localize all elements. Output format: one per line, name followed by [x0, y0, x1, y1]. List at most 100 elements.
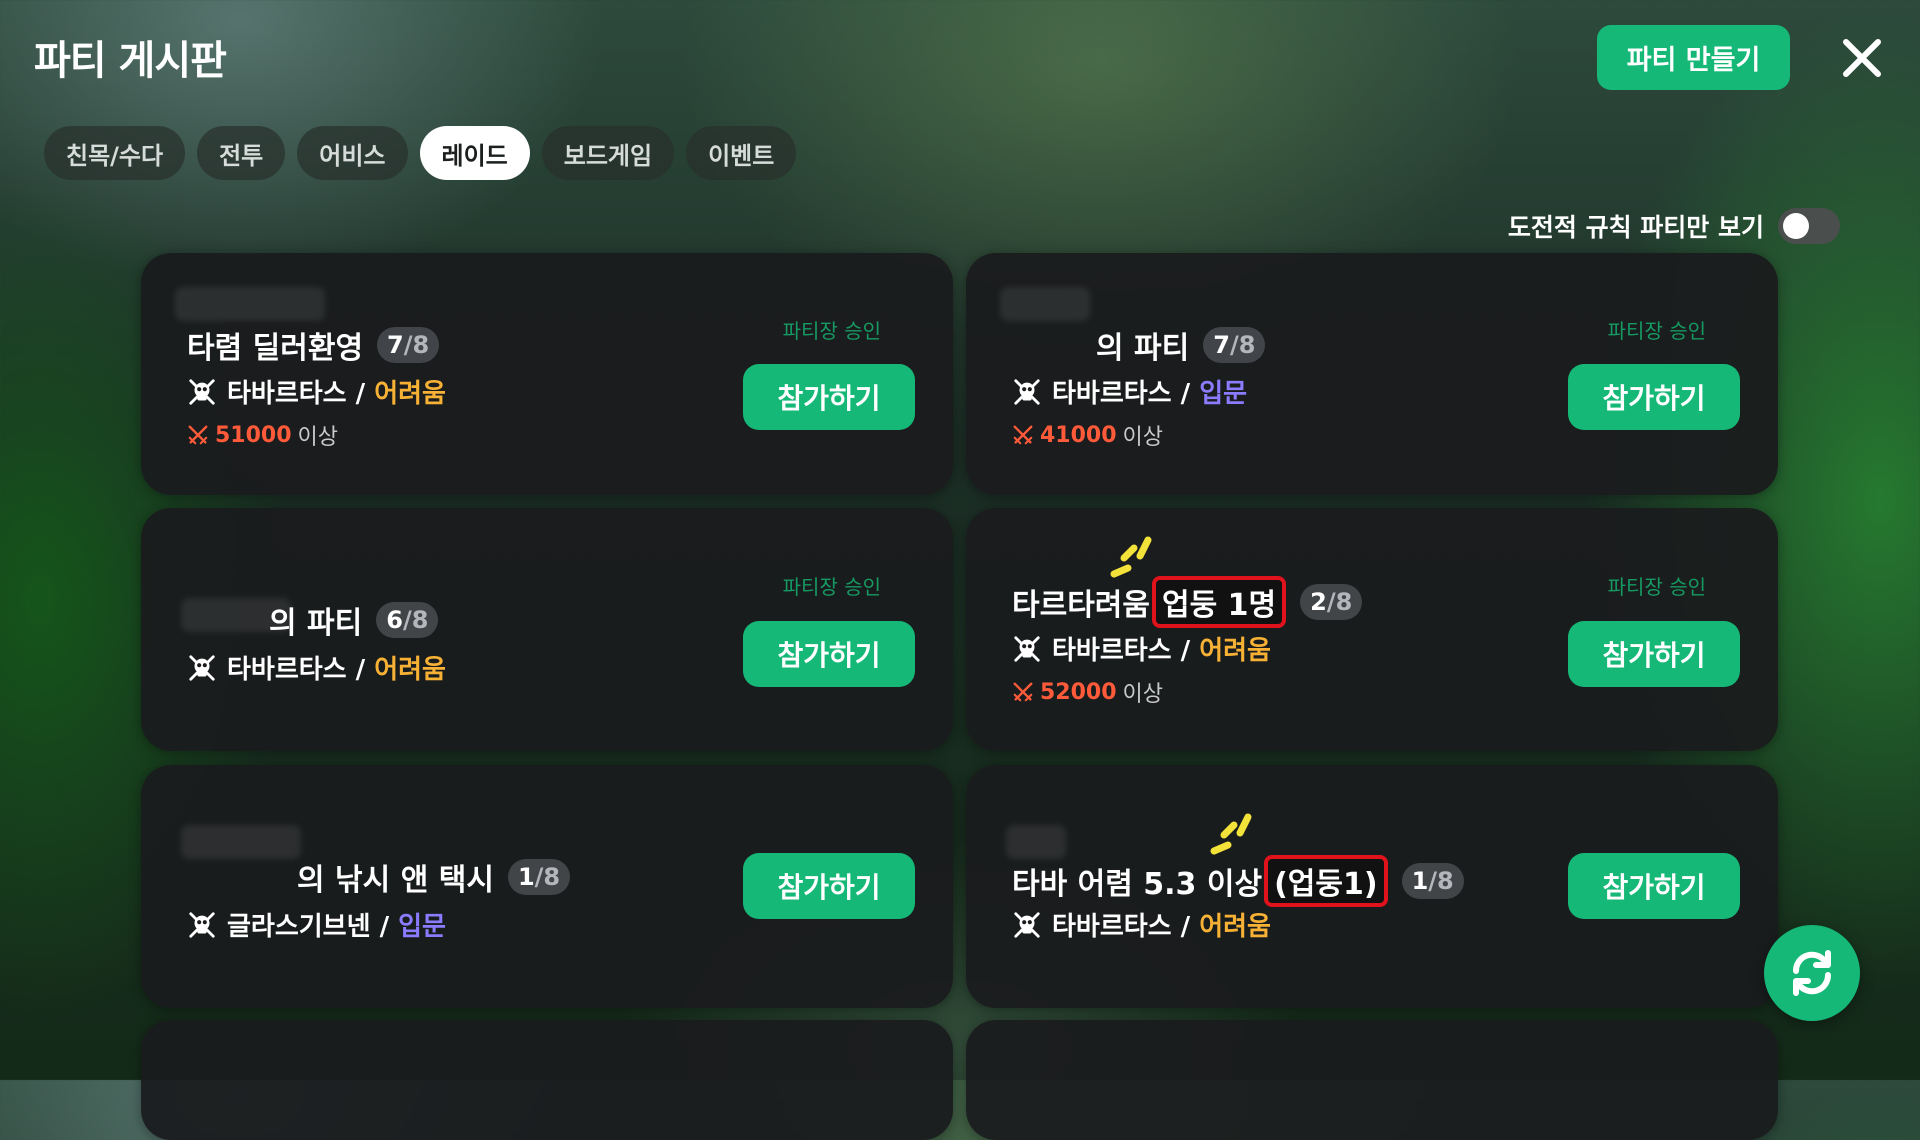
member-count-current: 6: [386, 606, 403, 634]
difficulty: 어려움: [374, 379, 446, 409]
party-card-partial: [141, 1020, 953, 1140]
party-title: 타렴 딜러환영: [187, 331, 364, 366]
power-requirement: 51000 이상: [187, 419, 338, 451]
refresh-icon: [1792, 950, 1832, 996]
approval-label: 파티장 승인: [1607, 575, 1706, 599]
tab-abyss[interactable]: 어비스: [297, 126, 408, 180]
host-name-blurred: [1000, 287, 1090, 321]
challenge-filter-label: 도전적 규칙 파티만 보기: [1507, 213, 1764, 242]
approval-label: 파티장 승인: [782, 575, 881, 599]
tab-raid[interactable]: 레이드: [419, 126, 530, 180]
difficulty: 어려움: [1199, 636, 1271, 666]
challenge-filter-toggle[interactable]: [1778, 208, 1840, 244]
party-title-row: 의 파티 6/8: [269, 598, 439, 642]
dungeon-row: 타바르타스 / 어려움: [187, 649, 446, 686]
member-count-current: 7: [387, 331, 404, 359]
power-suffix: 이상: [297, 425, 339, 450]
party-title-row: 타렴 딜러환영 7/8: [187, 323, 440, 367]
party-card-partial: [966, 1020, 1778, 1140]
category-tabs: 친목/수다 전투 어비스 레이드 보드게임 이벤트: [44, 126, 797, 180]
difficulty: 입문: [398, 912, 446, 942]
approval-label: 파티장 승인: [782, 319, 881, 343]
dungeon-name: 타바르타스: [227, 379, 347, 409]
party-title-row: 의 낚시 앤 택시 1/8: [297, 855, 571, 899]
highlight-tag: (업둥1): [1264, 855, 1388, 907]
approval-label: 파티장 승인: [1607, 319, 1706, 343]
toggle-knob: [1783, 213, 1809, 239]
party-card: 의 파티 6/8 타바르타스 / 어려움 파티장 승인 참가하기: [141, 508, 953, 751]
join-button[interactable]: 참가하기: [743, 853, 915, 919]
member-count-max: /8: [1428, 867, 1454, 895]
dungeon-name: 타바르타스: [227, 655, 347, 685]
member-count-max: /8: [403, 331, 430, 359]
crossed-swords-icon: [1012, 681, 1034, 703]
power-value: 51000: [215, 422, 292, 448]
crossed-swords-icon: [187, 424, 209, 446]
party-title-row: 타르타려움 업둥 1명 2/8: [1012, 576, 1363, 628]
power-suffix: 이상: [1122, 425, 1164, 450]
tab-boardgame[interactable]: 보드게임: [541, 126, 675, 180]
separator: /: [346, 655, 375, 685]
dungeon-row: 타바르타스 / 어려움: [187, 373, 446, 410]
separator: /: [1171, 379, 1200, 409]
difficulty: 어려움: [1199, 912, 1271, 942]
highlight-tag: 업둥 1명: [1152, 576, 1287, 628]
skull-crossbones-icon: [1012, 910, 1042, 940]
sparkle-lines-icon: [1106, 528, 1158, 580]
dungeon-row: 글라스기브넨 / 입문: [187, 906, 446, 943]
member-count-max: /8: [1326, 588, 1353, 616]
refresh-button[interactable]: [1764, 925, 1860, 1021]
party-card: 타르타려움 업둥 1명 2/8 타바르타스 / 어려움 52000 이상 파티장…: [966, 508, 1778, 751]
skull-crossbones-icon: [187, 653, 217, 683]
join-button[interactable]: 참가하기: [743, 621, 915, 687]
join-button[interactable]: 참가하기: [1568, 621, 1740, 687]
create-party-button[interactable]: 파티 만들기: [1597, 25, 1790, 90]
party-title-row: 타바 어렴 5.3 이상 (업둥1) 1/8: [1012, 855, 1464, 907]
member-count-current: 2: [1310, 588, 1327, 616]
join-button[interactable]: 참가하기: [1568, 853, 1740, 919]
dungeon-row: 타바르타스 / 어려움: [1012, 630, 1271, 667]
member-count-max: /8: [1229, 331, 1256, 359]
host-name-blurred: [175, 287, 325, 321]
separator: /: [1171, 636, 1200, 666]
party-card: 의 낚시 앤 택시 1/8 글라스기브넨 / 입문 참가하기: [141, 765, 953, 1008]
skull-crossbones-icon: [1012, 634, 1042, 664]
skull-crossbones-icon: [187, 377, 217, 407]
member-count-current: 1: [517, 863, 535, 891]
crossed-swords-icon: [1012, 424, 1034, 446]
join-button[interactable]: 참가하기: [1568, 364, 1740, 430]
separator: /: [1171, 912, 1200, 942]
party-title: 의 파티: [269, 606, 363, 641]
tab-combat[interactable]: 전투: [197, 126, 286, 180]
party-title: 의 파티: [1096, 331, 1190, 366]
member-count-current: 7: [1213, 331, 1230, 359]
member-count: 7/8: [1203, 327, 1266, 363]
sparkle-lines-icon: [1206, 805, 1258, 857]
tab-event[interactable]: 이벤트: [686, 126, 797, 180]
member-count: 6/8: [376, 602, 439, 638]
party-title: 타르타려움: [1012, 588, 1150, 623]
member-count: 7/8: [377, 327, 440, 363]
join-button[interactable]: 참가하기: [743, 364, 915, 430]
dungeon-name: 타바르타스: [1052, 379, 1172, 409]
skull-crossbones-icon: [1012, 377, 1042, 407]
close-icon[interactable]: [1838, 34, 1886, 82]
power-suffix: 이상: [1122, 682, 1164, 707]
power-requirement: 52000 이상: [1012, 676, 1163, 708]
separator: /: [370, 912, 399, 942]
page-title: 파티 게시판: [34, 38, 227, 84]
power-value: 52000: [1040, 679, 1117, 705]
difficulty: 입문: [1199, 379, 1248, 409]
dungeon-row: 타바르타스 / 어려움: [1012, 906, 1271, 943]
dungeon-name: 타바르타스: [1052, 912, 1172, 942]
tab-social[interactable]: 친목/수다: [44, 126, 186, 180]
host-name-blurred: [1006, 825, 1066, 859]
party-card: 의 파티 7/8 타바르타스 / 입문 41000 이상 파티장 승인 참가하기: [966, 253, 1778, 495]
dungeon-name: 글라스기브넨: [227, 912, 371, 942]
member-count-current: 1: [1411, 867, 1429, 895]
member-count-max: /8: [534, 863, 561, 891]
party-card: 타렴 딜러환영 7/8 타바르타스 / 어려움 51000 이상 파티장 승인 …: [141, 253, 953, 495]
separator: /: [346, 379, 375, 409]
party-card: 타바 어렴 5.3 이상 (업둥1) 1/8 타바르타스 / 어려움 참가하기: [966, 765, 1778, 1008]
dungeon-row: 타바르타스 / 입문: [1012, 373, 1247, 410]
